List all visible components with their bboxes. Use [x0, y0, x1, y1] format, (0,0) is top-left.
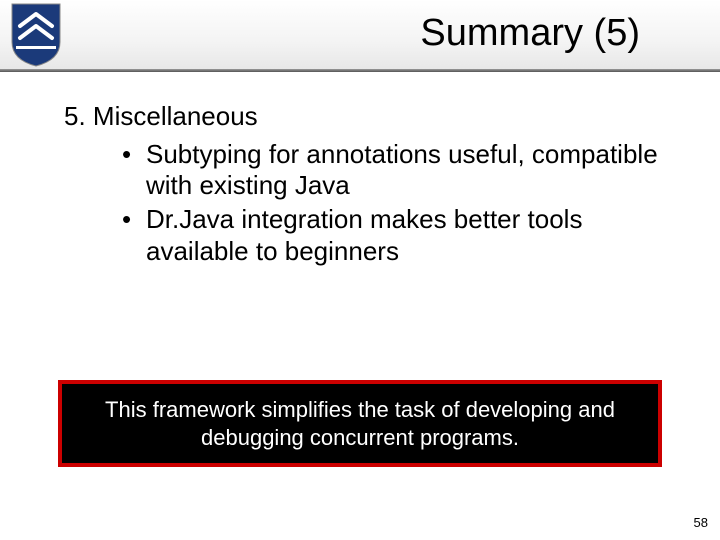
callout-box: This framework simplifies the task of de… [58, 380, 662, 467]
callout-text: This framework simplifies the task of de… [105, 397, 615, 450]
header-divider [0, 69, 720, 72]
bullet-list: • Subtyping for annotations useful, comp… [122, 139, 670, 268]
slide-header: Summary (5) [0, 0, 720, 72]
page-number: 58 [694, 515, 708, 530]
bullet-text: Dr.Java integration makes better tools a… [146, 204, 670, 267]
slide-content: 5. Miscellaneous • Subtyping for annotat… [0, 72, 720, 267]
shield-logo-icon [10, 2, 62, 68]
bullet-icon: • [122, 204, 146, 267]
slide-title: Summary (5) [420, 12, 640, 55]
list-number: 5. [64, 100, 86, 133]
bullet-text: Subtyping for annotations useful, compat… [146, 139, 670, 202]
list-heading-row: 5. Miscellaneous [64, 100, 670, 133]
list-heading: Miscellaneous [93, 101, 258, 131]
bullet-icon: • [122, 139, 146, 202]
list-item: • Dr.Java integration makes better tools… [122, 204, 670, 267]
list-item: • Subtyping for annotations useful, comp… [122, 139, 670, 202]
